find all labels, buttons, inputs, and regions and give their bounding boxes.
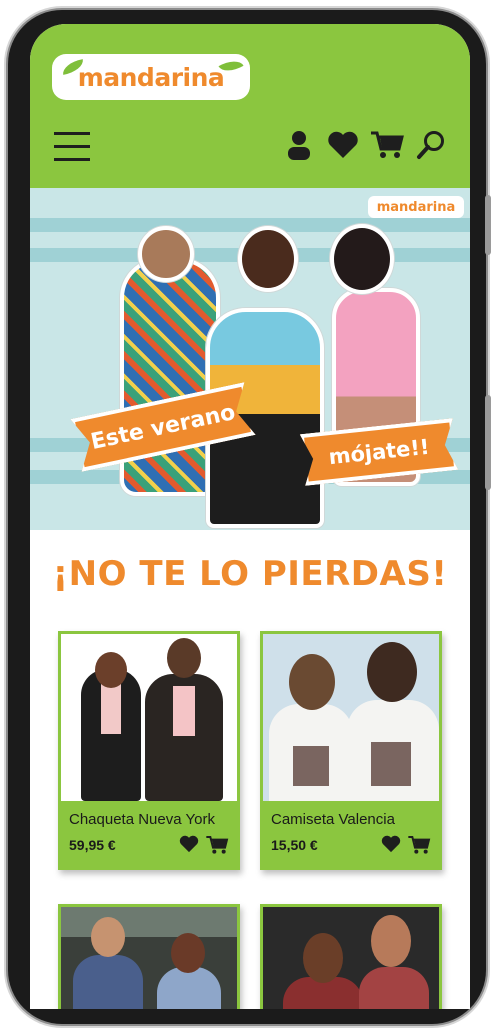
- model-head: [330, 224, 394, 294]
- phone-volume-button: [485, 395, 491, 490]
- product-image: [263, 634, 439, 801]
- model-head: [138, 226, 194, 282]
- menu-icon[interactable]: [54, 132, 90, 162]
- heart-icon[interactable]: [381, 835, 401, 860]
- search-icon[interactable]: [414, 128, 448, 162]
- product-price: 15,50 €: [271, 837, 318, 853]
- banner-logo: mandarina: [368, 196, 464, 218]
- app-header: mandarina: [30, 24, 470, 188]
- product-image: [263, 907, 439, 1009]
- product-name: Chaqueta Nueva York: [69, 811, 215, 828]
- model-head: [238, 226, 298, 292]
- logo-text: mandarina: [77, 62, 225, 92]
- product-name: Camiseta Valencia: [271, 811, 395, 828]
- product-image: [61, 907, 237, 1009]
- product-price: 59,95 €: [69, 837, 116, 853]
- promo-banner[interactable]: mandarina Este verano mójate!!: [30, 188, 470, 530]
- product-image: [61, 634, 237, 801]
- cart-icon[interactable]: [370, 128, 404, 162]
- product-card[interactable]: [58, 904, 240, 1009]
- phone-side-button: [485, 195, 491, 255]
- cart-icon[interactable]: [407, 835, 431, 860]
- product-card[interactable]: Chaqueta Nueva York 59,95 €: [58, 631, 240, 870]
- user-icon[interactable]: [282, 128, 316, 162]
- header-actions: [282, 128, 448, 162]
- section-headline: ¡NO TE LO PIERDAS!: [52, 554, 448, 594]
- product-card[interactable]: Camiseta Valencia 15,50 €: [260, 631, 442, 870]
- app-screen: mandarina mandarina Este verano mójate!!…: [30, 24, 470, 1009]
- cart-icon[interactable]: [205, 835, 229, 860]
- heart-icon[interactable]: [326, 128, 360, 162]
- brand-logo[interactable]: mandarina: [52, 54, 250, 100]
- product-card[interactable]: [260, 904, 442, 1009]
- heart-icon[interactable]: [179, 835, 199, 860]
